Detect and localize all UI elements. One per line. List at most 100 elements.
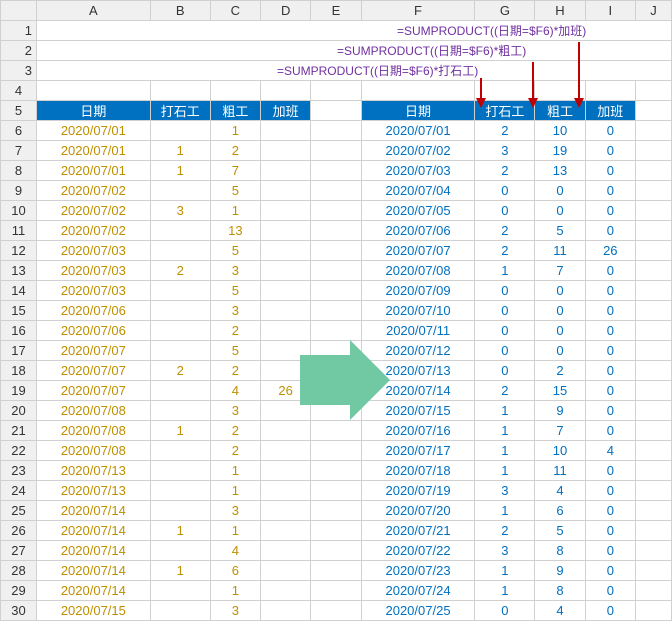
left-v2-cell[interactable]: 3: [210, 501, 260, 521]
right-v2-cell[interactable]: 5: [535, 521, 585, 541]
left-v3-cell[interactable]: [260, 201, 310, 221]
cell[interactable]: [311, 521, 361, 541]
right-date-cell[interactable]: 2020/07/11: [361, 321, 475, 341]
formula-cell[interactable]: =SUMPRODUCT((日期=$F6)*打石工): [36, 61, 671, 81]
cell[interactable]: [311, 81, 361, 101]
left-date-cell[interactable]: 2020/07/14: [36, 561, 150, 581]
left-v2-cell[interactable]: 2: [210, 141, 260, 161]
left-v2-cell[interactable]: 1: [210, 461, 260, 481]
right-v3-cell[interactable]: 0: [585, 501, 635, 521]
right-v1-cell[interactable]: 2: [475, 381, 535, 401]
left-v1-cell[interactable]: [150, 241, 210, 261]
left-v3-cell[interactable]: [260, 421, 310, 441]
row-header[interactable]: 16: [1, 321, 37, 341]
right-v1-cell[interactable]: 0: [475, 301, 535, 321]
left-v1-cell[interactable]: [150, 541, 210, 561]
left-v2-cell[interactable]: 1: [210, 121, 260, 141]
right-v3-cell[interactable]: 0: [585, 581, 635, 601]
row-header[interactable]: 8: [1, 161, 37, 181]
right-v2-cell[interactable]: 11: [535, 241, 585, 261]
right-v3-cell[interactable]: 0: [585, 141, 635, 161]
cell[interactable]: [210, 81, 260, 101]
left-v2-cell[interactable]: 1: [210, 201, 260, 221]
right-v2-cell[interactable]: 0: [535, 181, 585, 201]
right-v3-cell[interactable]: 0: [585, 281, 635, 301]
left-date-cell[interactable]: 2020/07/15: [36, 601, 150, 621]
right-v1-cell[interactable]: 3: [475, 541, 535, 561]
left-v1-cell[interactable]: [150, 441, 210, 461]
left-v2-cell[interactable]: 4: [210, 381, 260, 401]
row-header[interactable]: 7: [1, 141, 37, 161]
right-v2-cell[interactable]: 0: [535, 281, 585, 301]
row-header[interactable]: 20: [1, 401, 37, 421]
cell[interactable]: [311, 441, 361, 461]
right-v2-cell[interactable]: 11: [535, 461, 585, 481]
table-row[interactable]: 162020/07/0622020/07/11000: [1, 321, 672, 341]
left-v1-cell[interactable]: 1: [150, 561, 210, 581]
right-header-c1[interactable]: 打石工: [475, 101, 535, 121]
table-row[interactable]: 152020/07/0632020/07/10000: [1, 301, 672, 321]
right-v1-cell[interactable]: 2: [475, 121, 535, 141]
left-v3-cell[interactable]: 26: [260, 381, 310, 401]
right-v1-cell[interactable]: 2: [475, 241, 535, 261]
cell[interactable]: [635, 341, 671, 361]
cell[interactable]: [535, 81, 585, 101]
right-v2-cell[interactable]: 7: [535, 261, 585, 281]
left-v1-cell[interactable]: [150, 501, 210, 521]
right-v1-cell[interactable]: 1: [475, 461, 535, 481]
table-row[interactable]: 242020/07/1312020/07/19340: [1, 481, 672, 501]
right-date-cell[interactable]: 2020/07/24: [361, 581, 475, 601]
right-v3-cell[interactable]: 0: [585, 521, 635, 541]
row-header[interactable]: 3: [1, 61, 37, 81]
left-v2-cell[interactable]: 3: [210, 401, 260, 421]
row-header[interactable]: 30: [1, 601, 37, 621]
right-v2-cell[interactable]: 8: [535, 581, 585, 601]
left-date-cell[interactable]: 2020/07/03: [36, 281, 150, 301]
table-row[interactable]: 3=SUMPRODUCT((日期=$F6)*打石工): [1, 61, 672, 81]
cell[interactable]: [36, 81, 150, 101]
cell[interactable]: [311, 201, 361, 221]
cell[interactable]: [635, 581, 671, 601]
right-v1-cell[interactable]: 2: [475, 221, 535, 241]
left-v2-cell[interactable]: 5: [210, 341, 260, 361]
left-v1-cell[interactable]: [150, 581, 210, 601]
cell[interactable]: [635, 481, 671, 501]
left-date-cell[interactable]: 2020/07/07: [36, 361, 150, 381]
left-v1-cell[interactable]: [150, 601, 210, 621]
right-date-cell[interactable]: 2020/07/20: [361, 501, 475, 521]
left-v3-cell[interactable]: [260, 521, 310, 541]
right-v3-cell[interactable]: 0: [585, 381, 635, 401]
left-header-c3[interactable]: 加班: [260, 101, 310, 121]
left-date-cell[interactable]: 2020/07/13: [36, 481, 150, 501]
table-row[interactable]: 202020/07/0832020/07/15190: [1, 401, 672, 421]
left-v1-cell[interactable]: 3: [150, 201, 210, 221]
left-v1-cell[interactable]: [150, 341, 210, 361]
left-v3-cell[interactable]: [260, 601, 310, 621]
formula-cell[interactable]: =SUMPRODUCT((日期=$F6)*加班): [36, 21, 671, 41]
right-v3-cell[interactable]: 0: [585, 201, 635, 221]
table-row[interactable]: 112020/07/02132020/07/06250: [1, 221, 672, 241]
cell[interactable]: [311, 221, 361, 241]
table-row[interactable]: 262020/07/14112020/07/21250: [1, 521, 672, 541]
right-v3-cell[interactable]: 0: [585, 121, 635, 141]
right-v1-cell[interactable]: 3: [475, 141, 535, 161]
left-v2-cell[interactable]: 3: [210, 261, 260, 281]
right-date-cell[interactable]: 2020/07/23: [361, 561, 475, 581]
left-v1-cell[interactable]: [150, 181, 210, 201]
cell[interactable]: [311, 281, 361, 301]
cell[interactable]: [635, 381, 671, 401]
row-header[interactable]: 21: [1, 421, 37, 441]
row-header[interactable]: 14: [1, 281, 37, 301]
left-v1-cell[interactable]: [150, 281, 210, 301]
row-header[interactable]: 25: [1, 501, 37, 521]
cell[interactable]: [475, 81, 535, 101]
cell[interactable]: [635, 561, 671, 581]
right-date-cell[interactable]: 2020/07/18: [361, 461, 475, 481]
col-header-C[interactable]: C: [210, 1, 260, 21]
row-header[interactable]: 18: [1, 361, 37, 381]
right-v1-cell[interactable]: 0: [475, 201, 535, 221]
right-v3-cell[interactable]: 26: [585, 241, 635, 261]
right-v1-cell[interactable]: 0: [475, 321, 535, 341]
right-date-cell[interactable]: 2020/07/15: [361, 401, 475, 421]
row-header[interactable]: 13: [1, 261, 37, 281]
